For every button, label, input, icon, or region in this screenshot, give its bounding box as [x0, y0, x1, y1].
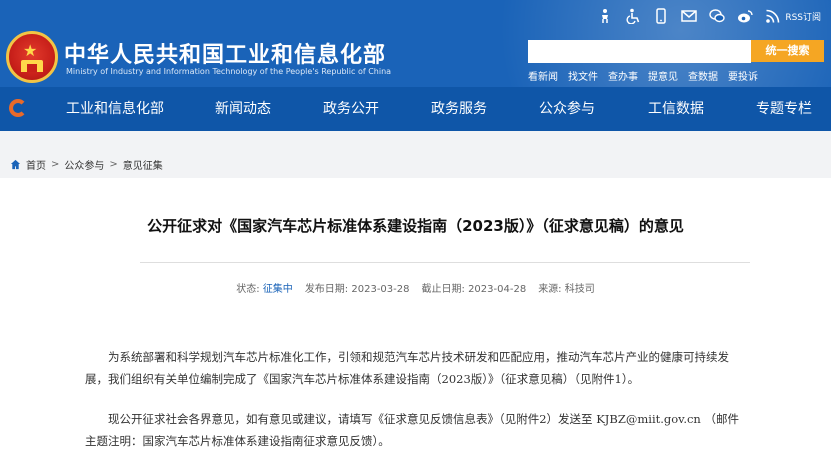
search-button[interactable]: 统一搜索 [751, 40, 824, 62]
site-header: ★ 中华人民共和国工业和信息化部 Ministry of Industry an… [0, 0, 831, 87]
source-field: 来源: 科技司 [538, 280, 595, 295]
top-icon-bar: RSS订阅 [597, 8, 821, 24]
nav-item-news[interactable]: 新闻动态 [215, 87, 271, 131]
article-title: 公开征求对《国家汽车芯片标准体系建设指南（2023版）》（征求意见稿）的意见 [147, 217, 684, 235]
title-divider [140, 262, 750, 263]
wechat-icon[interactable] [709, 8, 726, 24]
nav-item-gov-service[interactable]: 政务服务 [431, 87, 487, 131]
quick-link-data[interactable]: 查数据 [688, 68, 718, 83]
rss-label[interactable]: RSS订阅 [785, 10, 821, 23]
status-label: 状态: [236, 284, 260, 295]
nav-logo-icon[interactable] [9, 99, 27, 117]
article-paragraph: 为系统部署和科学规划汽车芯片标准化工作，引领和规范汽车芯片技术研发和匹配应用，推… [85, 350, 729, 386]
deadline-value: 2023-04-28 [468, 284, 527, 295]
site-subtitle: Ministry of Industry and Information Tec… [66, 67, 392, 76]
nav-item-gov-info[interactable]: 政务公开 [323, 87, 379, 131]
quick-link-news[interactable]: 看新闻 [528, 68, 558, 83]
quick-links: 看新闻 找文件 查办事 提意见 查数据 要投诉 [528, 68, 758, 83]
publish-date-label: 发布日期: [304, 284, 349, 295]
source-value: 科技司 [564, 284, 595, 295]
nav-item-public-participation[interactable]: 公众参与 [539, 87, 595, 131]
breadcrumb-item-opinion[interactable]: 意见征集 [123, 157, 163, 172]
mobile-icon[interactable] [653, 8, 669, 24]
home-icon[interactable] [10, 159, 21, 170]
nav-item-ministry[interactable]: 工业和信息化部 [66, 87, 164, 131]
rss-icon[interactable] [765, 8, 781, 24]
breadcrumb-item-home[interactable]: 首页 [26, 157, 46, 172]
quick-link-feedback[interactable]: 提意见 [648, 68, 678, 83]
article-meta: 状态: 征集中 发布日期: 2023-03-28 截止日期: 2023-04-2… [0, 280, 831, 295]
quick-link-services[interactable]: 查办事 [608, 68, 638, 83]
quick-link-complaint[interactable]: 要投诉 [728, 68, 758, 83]
elder-care-icon[interactable] [597, 8, 613, 24]
article-paragraph: 现公开征求社会各界意见，如有意见或建议，请填写《征求意见反馈信息表》（见附件2）… [85, 412, 739, 448]
nav-item-special-topics[interactable]: 专题专栏 [756, 87, 812, 131]
search-field[interactable] [528, 40, 751, 63]
status-value: 征集中 [262, 284, 293, 295]
publish-date-value: 2023-03-28 [351, 284, 410, 295]
quick-link-documents[interactable]: 找文件 [568, 68, 598, 83]
search-input[interactable] [528, 41, 751, 63]
site-title[interactable]: 中华人民共和国工业和信息化部 [64, 37, 386, 69]
deadline-label: 截止日期: [421, 284, 465, 295]
breadcrumb-separator: > [109, 159, 118, 170]
deadline-field: 截止日期: 2023-04-28 [422, 280, 527, 295]
source-label: 来源: [538, 284, 562, 295]
status-field: 状态: 征集中 [236, 280, 293, 295]
national-emblem-icon[interactable]: ★ [6, 31, 58, 83]
weibo-icon[interactable] [737, 8, 754, 24]
nav-item-data[interactable]: 工信数据 [648, 87, 704, 131]
accessibility-icon[interactable] [625, 8, 641, 24]
email-icon[interactable] [681, 8, 698, 24]
breadcrumb-separator: > [51, 159, 60, 170]
main-nav: 工业和信息化部 新闻动态 政务公开 政务服务 公众参与 工信数据 专题专栏 [0, 87, 831, 131]
breadcrumb-item-participation[interactable]: 公众参与 [64, 157, 104, 172]
breadcrumb: 首页 > 公众参与 > 意见征集 [10, 157, 163, 172]
publish-date-field: 发布日期: 2023-03-28 [305, 280, 410, 295]
